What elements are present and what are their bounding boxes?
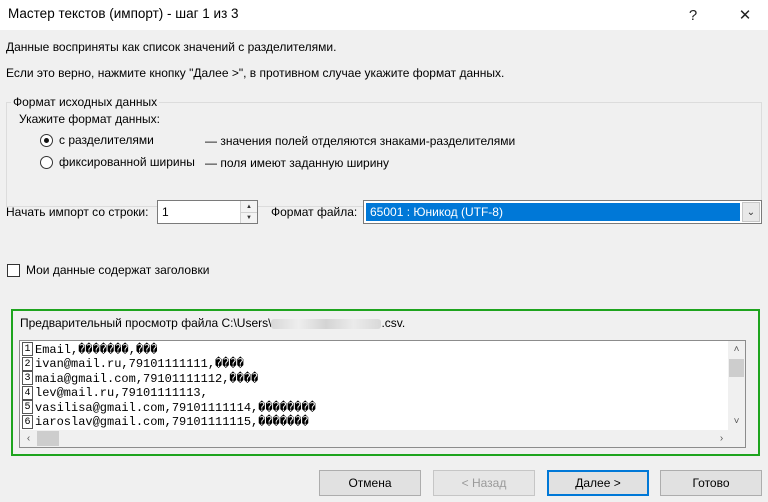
preview-row: 1 Email,�������,��� — [20, 342, 316, 357]
chevron-down-icon[interactable]: ⌄ — [742, 202, 760, 222]
file-format-value[interactable]: 65001 : Юникод (UTF-8) — [366, 203, 740, 221]
horizontal-scroll-thumb[interactable] — [37, 431, 59, 446]
back-button[interactable]: < Назад — [433, 470, 535, 496]
radio-delimited[interactable]: с разделителями — [40, 133, 154, 147]
finish-button[interactable]: Готово — [660, 470, 762, 496]
start-row-spinner[interactable]: 1 ▲ ▼ — [157, 200, 258, 224]
intro-text-1: Данные восприняты как список значений с … — [6, 40, 337, 54]
window-title: Мастер текстов (импорт) - шаг 1 из 3 — [8, 6, 239, 21]
file-format-select[interactable]: 65001 : Юникод (UTF-8) ⌄ — [363, 200, 762, 224]
row-number: 3 — [22, 371, 33, 386]
spinner-up-icon[interactable]: ▲ — [241, 201, 257, 212]
row-number: 2 — [22, 356, 33, 371]
scroll-down-icon[interactable]: ˅ — [728, 413, 745, 430]
spinner-arrows[interactable]: ▲ ▼ — [240, 201, 257, 223]
row-number: 6 — [22, 414, 33, 429]
scrollbar-corner — [728, 430, 745, 447]
radio-fixed-width[interactable]: фиксированной ширины — [40, 155, 195, 169]
headers-checkbox-row[interactable]: Мои данные содержат заголовки — [7, 263, 209, 277]
intro-text-2: Если это верно, нажмите кнопку "Далее >"… — [6, 66, 505, 80]
preview-rows: 1 Email,�������,��� 2 ivan@mail.ru,7910111… — [20, 342, 316, 429]
scroll-up-icon[interactable]: ˄ — [728, 341, 745, 358]
row-text: ivan@mail.ru,79101111111,���� — [35, 357, 244, 372]
help-button[interactable]: ? — [670, 0, 716, 30]
scroll-left-icon[interactable]: ‹ — [20, 430, 37, 447]
radio-delimited-icon[interactable] — [40, 133, 53, 147]
radio-fixed-width-description: — поля имеют заданную ширину — [205, 156, 390, 170]
start-row-value[interactable]: 1 — [162, 205, 169, 219]
radio-delimited-label[interactable]: с разделителями — [59, 133, 154, 147]
next-button[interactable]: Далее > — [547, 470, 649, 496]
spinner-down-icon[interactable]: ▼ — [241, 212, 257, 223]
headers-checkbox-label[interactable]: Мои данные содержат заголовки — [26, 263, 209, 277]
radio-delimited-description: — значения полей отделяются знаками-разд… — [205, 134, 516, 148]
redacted-path-blur — [271, 318, 382, 329]
row-text: vasilisa@gmail.com,79101111114,�������� — [35, 400, 317, 415]
preview-row: 6 iaroslav@gmail.com,79101111115,������� — [20, 414, 316, 430]
source-format-legend: Формат исходных данных — [13, 95, 158, 109]
preview-row: 5 vasilisa@gmail.com,79101111114,�������� — [20, 400, 316, 415]
file-format-label: Формат файла: — [271, 205, 358, 219]
format-prompt: Укажите формат данных: — [19, 112, 160, 126]
radio-fixed-width-label[interactable]: фиксированной ширины — [59, 155, 195, 169]
row-number: 1 — [22, 342, 33, 357]
title-bar: Мастер текстов (импорт) - шаг 1 из 3 ? ✕ — [0, 0, 768, 30]
close-icon: ✕ — [738, 7, 752, 24]
preview-row: 2 ivan@mail.ru,79101111111,���� — [20, 356, 316, 372]
dialog-body: Данные восприняты как список значений с … — [0, 30, 768, 502]
headers-checkbox[interactable] — [7, 263, 20, 277]
row-number: 4 — [22, 385, 33, 400]
row-text: maia@gmail.com,79101111112,���� — [35, 371, 259, 386]
preview-title: Предварительный просмотр файла C:\Users\… — [20, 316, 405, 330]
preview-title-suffix: .csv. — [381, 316, 406, 330]
help-icon: ? — [688, 6, 698, 24]
cancel-button[interactable]: Отмена — [319, 470, 421, 496]
preview-text-area[interactable]: 1 Email,�������,��� 2 ivan@mail.ru,7910111… — [19, 340, 746, 448]
row-text: lev@mail.ru,79101111113, — [35, 385, 208, 400]
row-number: 5 — [22, 400, 33, 415]
row-text: iaroslav@gmail.com,79101111115,������� — [35, 415, 309, 430]
row-text: Email,�������,��� — [35, 342, 158, 357]
preview-row: 4 lev@mail.ru,79101111113, — [20, 385, 316, 401]
radio-fixed-width-icon[interactable] — [40, 155, 53, 169]
start-row-label: Начать импорт со строки: — [6, 205, 149, 219]
vertical-scrollbar[interactable]: ˄ ˅ — [728, 341, 745, 430]
vertical-scroll-thumb[interactable] — [729, 359, 744, 377]
preview-title-prefix: Предварительный просмотр файла C:\Users\ — [20, 316, 272, 330]
close-button[interactable]: ✕ — [722, 0, 768, 30]
file-preview-panel: Предварительный просмотр файла C:\Users\… — [11, 309, 760, 456]
preview-row: 3 maia@gmail.com,79101111112,���� — [20, 371, 316, 386]
horizontal-scrollbar[interactable]: ‹ › — [20, 430, 730, 447]
